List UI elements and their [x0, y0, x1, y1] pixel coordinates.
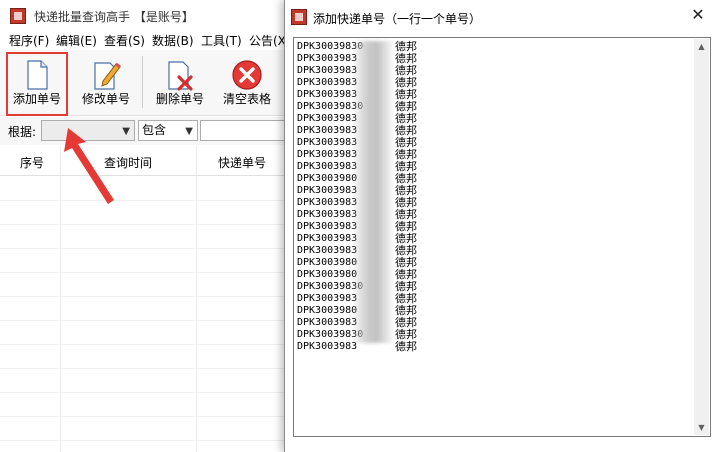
- grid-row-line: [0, 272, 290, 273]
- tracking-number: DPK3003983: [297, 113, 358, 124]
- menu-data[interactable]: 数据(B): [152, 34, 194, 48]
- chevron-down-icon: ▼: [185, 126, 193, 137]
- tracking-number: DPK3003983: [297, 317, 358, 328]
- grid-row-line: [0, 344, 290, 345]
- app-icon: [10, 8, 26, 24]
- filter-label: 根据:: [8, 125, 37, 139]
- grid-row-line: [0, 392, 290, 393]
- add-tracking-dialog: 添加快递单号（一行一个单号） ✕ DPK30039830 德邦 DPK3003983…: [284, 0, 717, 452]
- scroll-down-icon[interactable]: ▼: [694, 420, 709, 435]
- annotation-arrow-icon: [64, 128, 114, 204]
- tracking-number: DPK3003983: [297, 89, 358, 100]
- grid-row-line: [0, 416, 290, 417]
- grid-row-line: [0, 224, 290, 225]
- main-window-title: 快递批量查询高手 【是账号】: [34, 10, 194, 24]
- tracking-number: DPK3003983: [297, 65, 358, 76]
- grid-row-line: [0, 296, 290, 297]
- close-icon[interactable]: ✕: [690, 7, 706, 23]
- toolbar-separator: [142, 56, 143, 108]
- menu-tools[interactable]: 工具(T): [201, 34, 242, 48]
- add-button-highlight-box: [6, 52, 68, 116]
- grid-row-line: [0, 368, 290, 369]
- delete-document-icon: [168, 61, 193, 91]
- grid-column-divider: [196, 146, 197, 452]
- tracking-number: DPK3003983: [297, 149, 358, 160]
- clear-table-label: 清空表格: [222, 92, 271, 106]
- app-icon: [291, 9, 307, 25]
- vertical-scrollbar[interactable]: ▲ ▼: [694, 39, 709, 435]
- dialog-title: 添加快递单号（一行一个单号）: [313, 12, 482, 26]
- tracking-number: DPK3003980: [297, 257, 358, 268]
- carrier-name: 德邦: [395, 340, 417, 353]
- tracking-number: DPK3003983: [297, 293, 358, 304]
- column-header-tracking-number[interactable]: 快递单号: [196, 154, 288, 171]
- clear-table-button[interactable]: 清空表格: [216, 53, 278, 113]
- match-mode-value: 包含: [142, 123, 167, 137]
- tracking-number: DPK3003980: [297, 173, 358, 184]
- match-mode-select[interactable]: 包含 ▼: [138, 120, 198, 141]
- tracking-number: DPK3003983: [297, 245, 358, 256]
- chevron-down-icon: ▼: [122, 126, 130, 137]
- tracking-number: DPK3003983: [297, 221, 358, 232]
- edit-document-icon: [94, 62, 121, 90]
- grid-row-line: [0, 440, 290, 441]
- menu-edit[interactable]: 编辑(E): [56, 34, 97, 48]
- tracking-number: DPK3003983: [297, 209, 358, 220]
- scroll-up-icon[interactable]: ▲: [694, 39, 709, 54]
- tracking-number: DPK3003983: [297, 125, 358, 136]
- tracking-number: DPK3003983: [297, 341, 358, 352]
- dialog-titlebar: 添加快递单号（一行一个单号） ✕: [285, 0, 717, 34]
- tracking-number: DPK3003983: [297, 233, 358, 244]
- grid-row-line: [0, 248, 290, 249]
- tracking-number: DPK3003983: [297, 197, 358, 208]
- tracking-number: DPK3003983: [297, 161, 358, 172]
- menu-program[interactable]: 程序(F): [9, 34, 49, 48]
- tracking-number: DPK3003983: [297, 53, 358, 64]
- tracking-number: DPK3003983: [297, 137, 358, 148]
- menu-view[interactable]: 查看(S): [104, 34, 145, 48]
- tracking-number: DPK3003980: [297, 269, 358, 280]
- grid-row-line: [0, 320, 290, 321]
- tracking-number: DPK3003983: [297, 185, 358, 196]
- column-header-index[interactable]: 序号: [6, 154, 58, 171]
- edit-number-label: 修改单号: [81, 92, 130, 106]
- redaction-blur: [352, 41, 394, 343]
- delete-number-button[interactable]: 删除单号: [150, 53, 210, 113]
- grid-row-line: [0, 200, 290, 201]
- tracking-number: DPK3003980: [297, 305, 358, 316]
- tracking-numbers-textarea[interactable]: DPK30039830 德邦 DPK3003983 德邦 DPK3003983 德邦 DPK…: [293, 37, 711, 437]
- edit-number-button[interactable]: 修改单号: [76, 53, 136, 113]
- tracking-number: DPK3003983: [297, 77, 358, 88]
- delete-number-label: 删除单号: [155, 92, 204, 106]
- clear-x-icon: [232, 60, 262, 90]
